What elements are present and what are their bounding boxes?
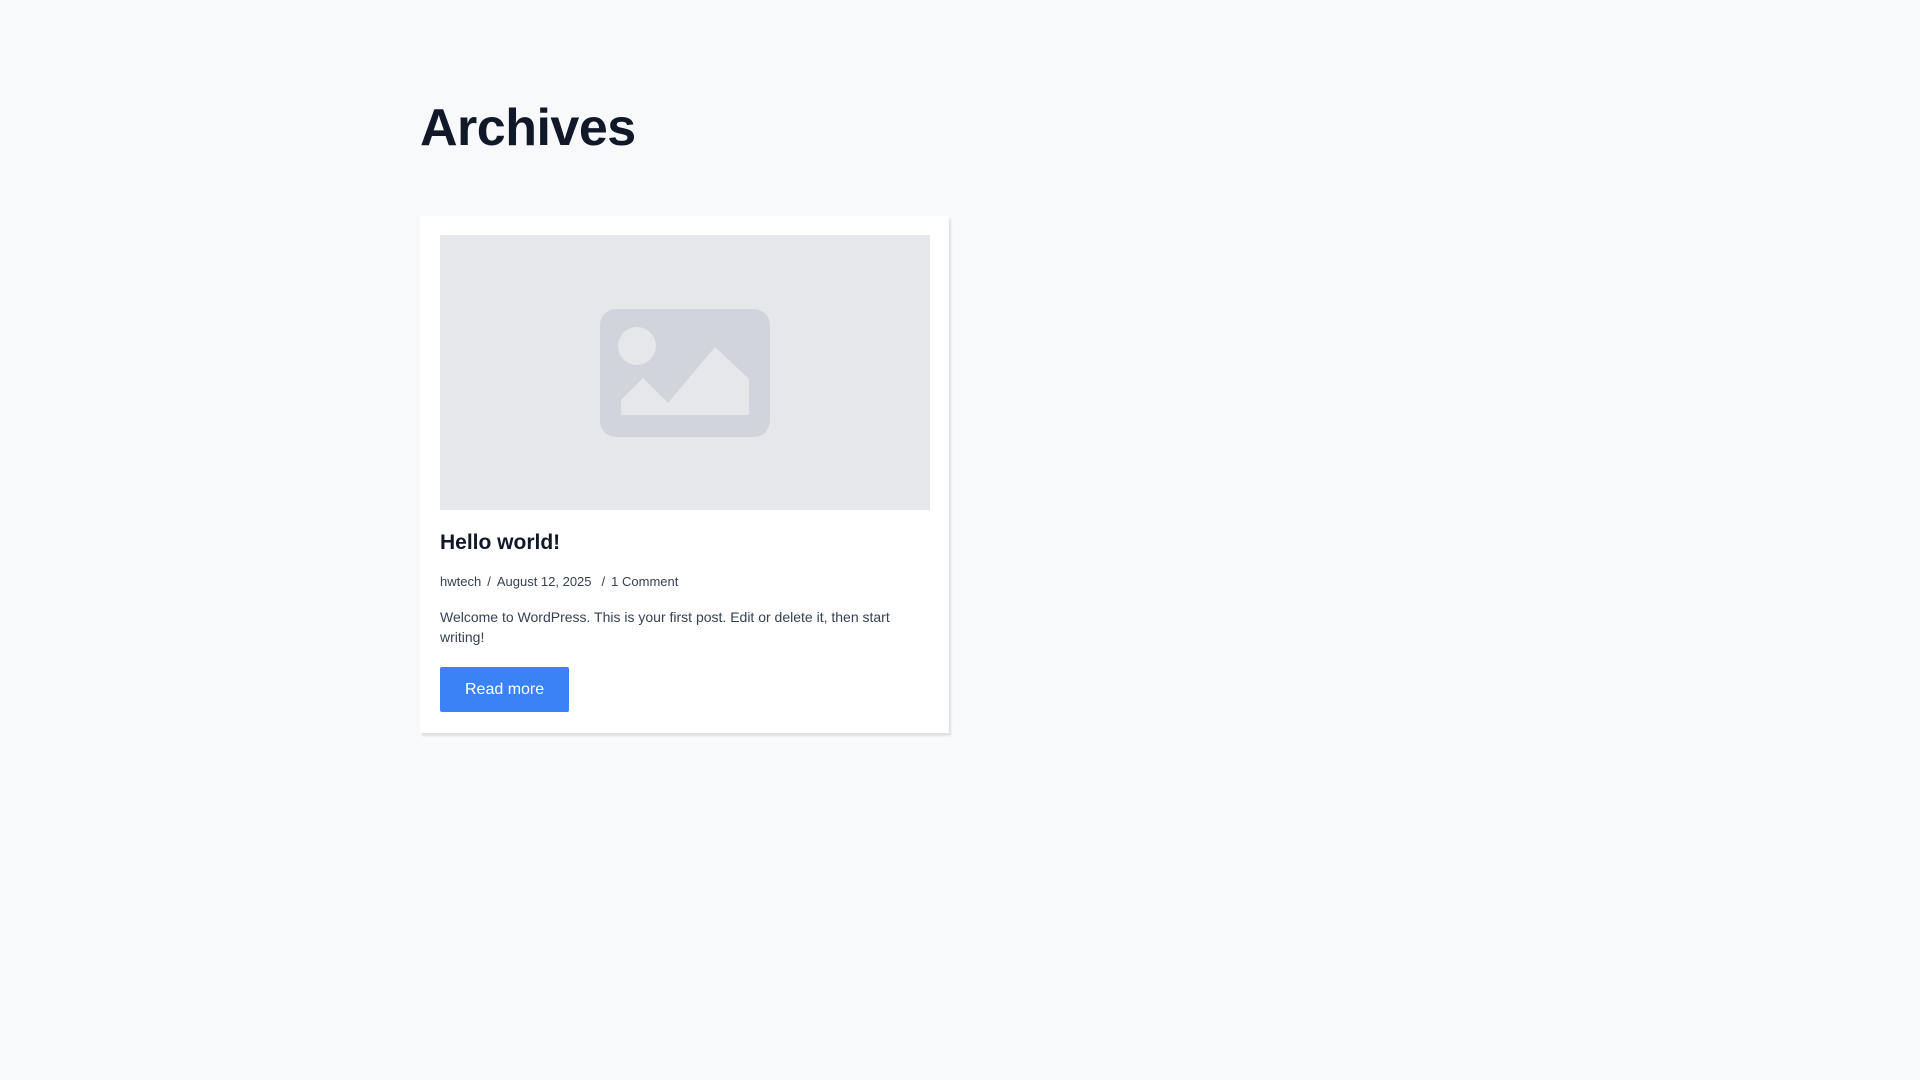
archive-page: Archives Hello world! hwtech / August 12… (0, 0, 1920, 1080)
image-placeholder-icon (600, 308, 770, 437)
meta-separator: / (601, 574, 606, 589)
meta-separator: / (487, 574, 491, 589)
post-thumbnail[interactable] (440, 235, 930, 510)
post-meta: hwtech / August 12, 2025 / 1 Comment (440, 573, 929, 591)
read-more-button[interactable]: Read more (440, 667, 570, 712)
page-title: Archives (420, 99, 636, 157)
post-comments-link[interactable]: 1 Comment (611, 573, 678, 591)
post-title-link[interactable]: Hello world! (440, 530, 929, 556)
post-card: Hello world! hwtech / August 12, 2025 / … (420, 216, 949, 733)
post-author-link[interactable]: hwtech (440, 573, 481, 591)
post-date-link[interactable]: August 12, 2025 (497, 573, 592, 591)
post-excerpt: Welcome to WordPress. This is your first… (440, 609, 890, 645)
